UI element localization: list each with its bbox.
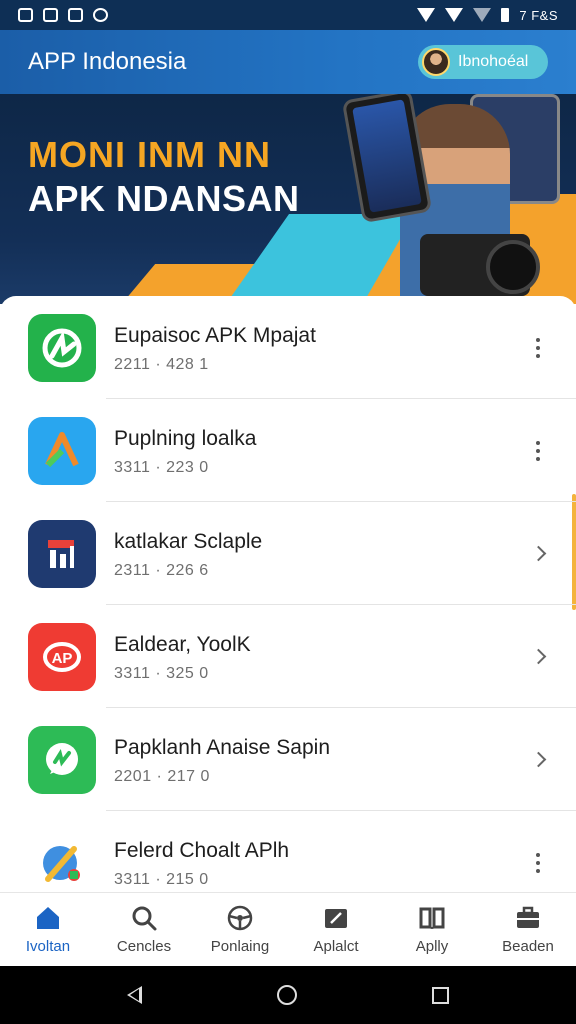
signal-weak-icon [473, 8, 492, 22]
app-name: Eupaisoc APK Mpajat [114, 323, 316, 347]
ap-badge-icon: AP [28, 622, 96, 691]
signal-icon [445, 8, 464, 22]
app-meta: 3311 · 215 0 [114, 870, 209, 888]
list-item[interactable]: Puplning loalka 3311 · 223 0 [0, 399, 576, 502]
more-vertical-icon[interactable] [514, 427, 562, 475]
search-icon [130, 904, 158, 932]
list-item[interactable]: katlakar Sclaple 2311 · 226 6 [0, 502, 576, 605]
nav-label: Cencles [116, 938, 172, 955]
list-item[interactable]: AP Ealdear, YoolK 3311 · 325 0 [0, 605, 576, 708]
status-text: 7 F&S [519, 7, 558, 23]
app-title: APP Indonesia [28, 48, 187, 75]
nav-item-steering[interactable]: Ponlaing [192, 893, 288, 966]
nav-item-book[interactable]: Aplly [384, 893, 480, 966]
app-bar: APP Indonesia Ibnohoéal [0, 30, 576, 94]
bottom-nav: Ivoltan Cencles Ponlaing Aplalct Aplly B… [0, 892, 576, 966]
list-item[interactable]: Papklanh Anaise Sapin 2201 · 217 0 [0, 708, 576, 811]
app-meta: 2311 · 226 6 [114, 561, 209, 579]
promo-banner[interactable]: MONI INM NN APK NDANSAN [0, 94, 576, 304]
chevron-right-icon[interactable] [514, 633, 562, 681]
chat-bubble-icon [28, 725, 96, 794]
avatar [422, 48, 450, 76]
sync-icon [43, 8, 58, 22]
app-meta: 3311 · 223 0 [114, 458, 209, 476]
svg-text:AP: AP [52, 650, 73, 667]
nav-item-briefcase[interactable]: Beaden [480, 893, 576, 966]
back-icon[interactable] [127, 986, 143, 1004]
profile-label: Ibnohoéal [458, 53, 529, 70]
dot-icon [93, 8, 108, 22]
nav-item-folder[interactable]: Aplalct [288, 893, 384, 966]
nav-label: Beaden [502, 938, 554, 955]
banner-subheadline: APK NDANSAN [28, 178, 300, 219]
home-circle-icon[interactable] [276, 985, 297, 1005]
status-right-icons: 7 F&S [417, 8, 558, 23]
nav-label: Aplalct [313, 938, 359, 955]
nav-label: Aplly [415, 938, 449, 955]
pen-map-icon [28, 828, 96, 892]
recents-icon[interactable] [431, 986, 449, 1004]
app-meta: 3311 · 325 0 [114, 664, 209, 682]
more-vertical-icon[interactable] [514, 839, 562, 887]
profile-button[interactable]: Ibnohoéal [418, 45, 548, 79]
status-bar: 7 F&S [0, 0, 576, 30]
app-name: Felerd Choalt APlh [114, 838, 290, 862]
app-meta: 2211 · 428 1 [114, 355, 209, 373]
wifi-icon [417, 8, 436, 22]
app-meta: 2201 · 217 0 [114, 767, 210, 785]
banner-headline: MONI INM NN [28, 134, 271, 175]
notification-icon [18, 8, 33, 22]
folder-edit-icon [322, 904, 350, 932]
pinwheel-icon [28, 313, 96, 382]
home-icon [34, 904, 62, 932]
arrow-a-icon [28, 416, 96, 485]
list-item[interactable]: Felerd Choalt APlh 3311 · 215 0 [0, 811, 576, 892]
list-item[interactable]: Eupaisoc APK Mpajat 2211 · 428 1 [0, 296, 576, 399]
nav-item-search[interactable]: Cencles [96, 893, 192, 966]
status-left-icons [18, 8, 108, 22]
flag-chart-icon [28, 519, 96, 588]
briefcase-icon [514, 904, 542, 932]
nav-label: Ivoltan [25, 938, 71, 955]
app-name: Puplning loalka [114, 426, 257, 450]
battery-icon [501, 8, 510, 22]
app-name: Papklanh Anaise Sapin [114, 735, 330, 759]
system-nav-bar [0, 966, 576, 1024]
chevron-right-icon[interactable] [514, 736, 562, 784]
book-icon [418, 904, 446, 932]
sim-icon [68, 8, 83, 22]
app-name: Ealdear, YoolK [114, 632, 251, 656]
camera-lens-icon [486, 240, 540, 294]
app-name: katlakar Sclaple [114, 529, 263, 553]
nav-label: Ponlaing [210, 938, 270, 955]
steering-icon [226, 904, 254, 932]
app-list: Eupaisoc APK Mpajat 2211 · 428 1 Puplnin… [0, 296, 576, 892]
more-vertical-icon[interactable] [514, 324, 562, 372]
chevron-right-icon[interactable] [514, 530, 562, 578]
nav-item-home[interactable]: Ivoltan [0, 893, 96, 966]
